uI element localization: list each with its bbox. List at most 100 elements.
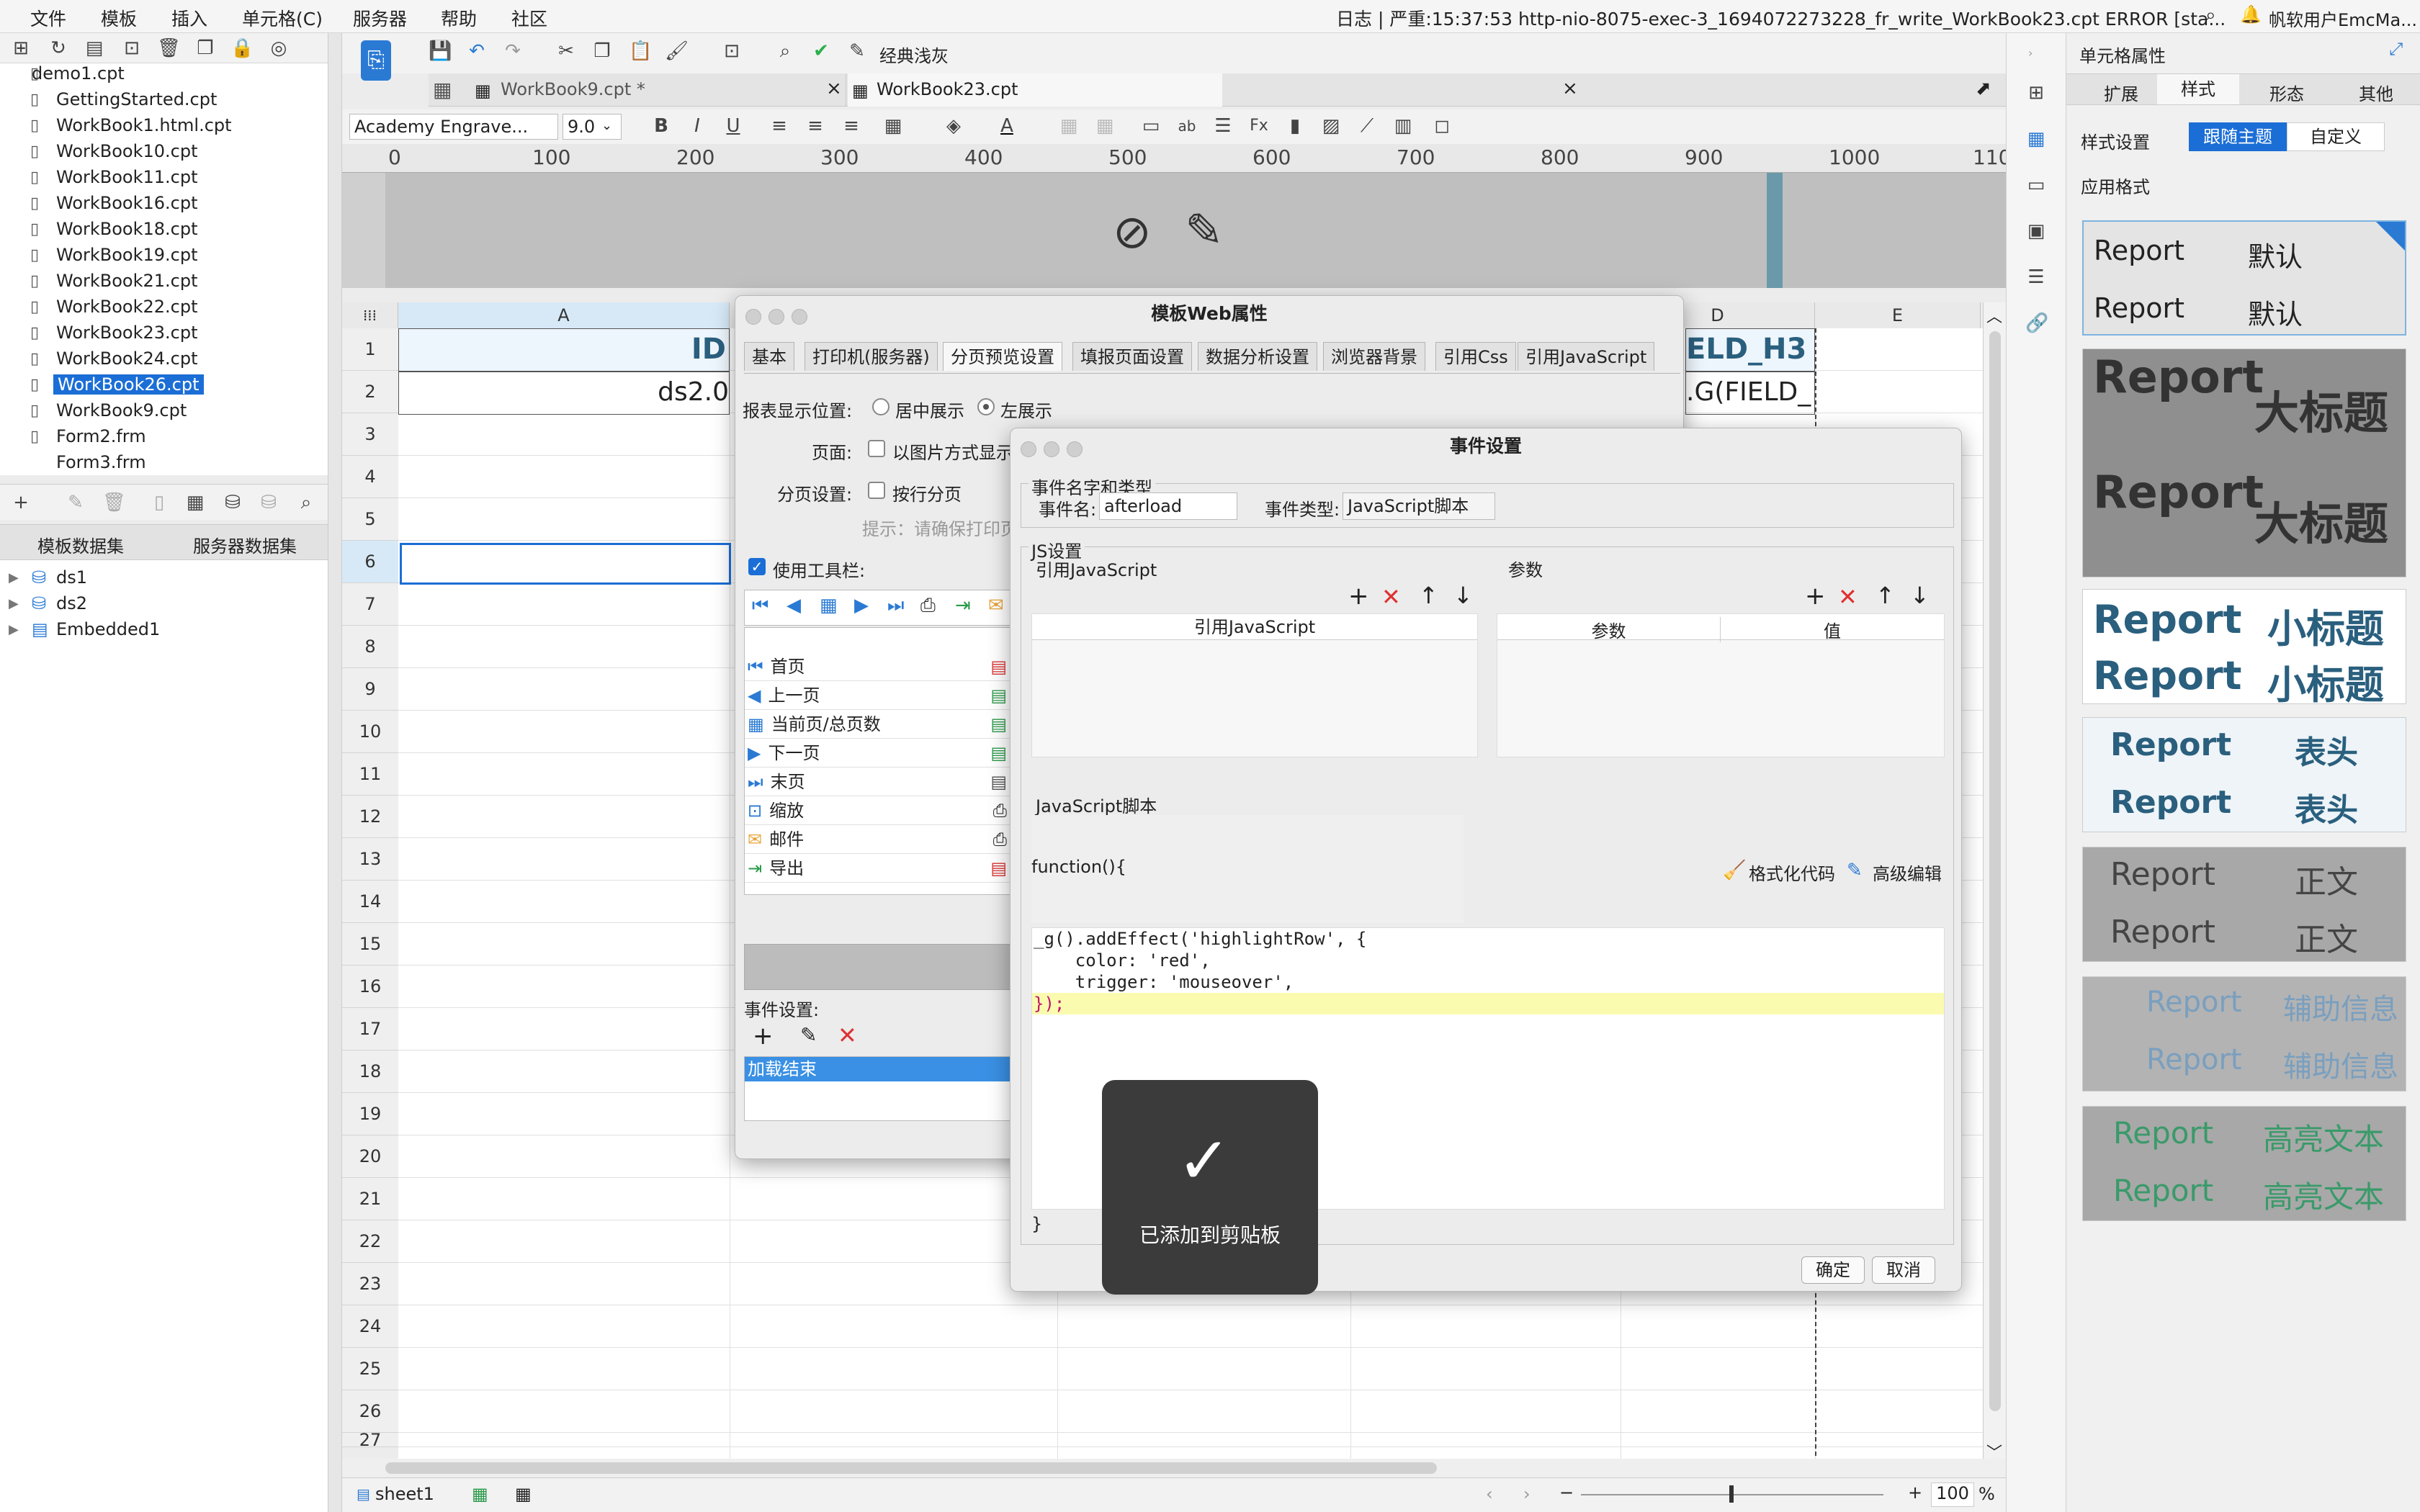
row-header[interactable]: 1 [342,328,398,371]
minimize-dot-icon[interactable] [768,309,784,325]
list-item[interactable]: ⏭ 末页 ▤ [745,768,1011,796]
file-item[interactable]: WorkBook23.cpt [56,323,198,343]
zoom-in-icon[interactable]: + [1908,1482,1922,1503]
log-status[interactable]: 日志 | 严重:15:37:53 http-nio-8075-exec-3_16… [1336,5,2226,31]
locate-icon[interactable]: ◎ [268,37,290,59]
theme-card-aux[interactable]: Report 辅助信息 Report 辅助信息 [2082,976,2406,1092]
menu-insert[interactable]: 插入 [171,5,207,31]
template-icon[interactable]: ⎘ [361,40,391,81]
vertical-scrollbar[interactable]: ︿ ﹀ [1983,302,2006,1477]
expand-icon[interactable]: ▶ [9,596,19,611]
theme-card-default[interactable]: Report 默认 Report 默认 [2082,220,2406,336]
cut-icon[interactable]: ✂ [555,40,577,62]
row-header[interactable]: 14 [342,881,398,923]
file-item[interactable]: WorkBook18.cpt [56,219,198,239]
export-icon[interactable]: ⇥ [955,595,971,616]
font-color-icon[interactable]: A [996,115,1018,137]
theme-card-title[interactable]: Report 大标题 Report 大标题 [2082,348,2406,577]
lock-icon[interactable]: 🔒 [230,37,254,59]
first-page-icon[interactable]: ⏮ [752,595,768,617]
eye-hidden-icon[interactable]: ⊘ [1113,206,1152,259]
align-center-icon[interactable]: ≡ [805,115,826,137]
delete-icon[interactable]: ✕ [838,1022,857,1049]
next-page-icon[interactable]: ▶ [854,595,869,616]
cell-a2[interactable]: ds2.0 [398,372,730,415]
condition-icon[interactable]: ☰ [2025,266,2047,288]
advanced-edit-icon[interactable]: ✎ [1847,860,1863,881]
cell-a1[interactable]: ID [398,328,730,372]
check-icon[interactable]: ✔ [810,40,832,62]
arrow-up-icon[interactable]: ↑ [1419,582,1438,609]
close-icon[interactable]: × [1562,78,1578,99]
arrow-down-icon[interactable]: ↓ [1453,582,1473,609]
pencil-icon[interactable]: ✎ [1185,204,1224,258]
search-icon[interactable]: ⌕ [295,492,317,513]
bold-icon[interactable]: B [650,115,672,137]
select-all-icon[interactable]: ⁞⁞⁞ [342,302,398,328]
use-toolbar-checkbox[interactable]: ✓ [748,558,766,575]
theme-label[interactable]: 经典浅灰 [879,42,949,67]
tab-css[interactable]: 引用Css [1435,342,1516,371]
add-icon[interactable]: + [753,1022,774,1050]
zoom-input[interactable]: 100 [1931,1482,1974,1507]
tab-paging-preview[interactable]: 分页预览设置 [943,342,1062,371]
row-header[interactable]: 3 [342,413,398,456]
richtext-icon[interactable]: ☰ [1212,115,1234,137]
row-header[interactable]: 6 [342,541,398,583]
minimize-dot-icon[interactable] [1044,441,1059,457]
theme-card-body[interactable]: Report 正文 Report 正文 [2082,847,2406,962]
database-alt-icon[interactable]: ⛁ [258,492,279,513]
chevron-down-icon[interactable]: ⌄ [601,118,612,133]
file-item[interactable]: GettingStarted.cpt [56,89,217,109]
paste-icon[interactable]: 📋 [629,40,652,62]
file-item-selected[interactable]: WorkBook26.cpt [53,374,204,395]
theme-card-header[interactable]: Report 表头 Report 表头 [2082,717,2406,832]
expand-icon[interactable]: ▶ [9,622,19,637]
align-right-icon[interactable]: ≡ [841,115,862,137]
menu-template[interactable]: 模板 [101,5,137,31]
row-header[interactable]: 22 [342,1220,398,1263]
tab-data-analysis[interactable]: 数据分析设置 [1198,342,1317,371]
sheet-tab[interactable]: sheet1 [375,1484,434,1504]
add-form-icon[interactable]: ▦ [515,1484,532,1504]
column-header-a[interactable]: A [398,302,730,328]
list-item[interactable]: ▶ 下一页 ▤ [745,739,1011,768]
tab-form[interactable]: 形态 [2269,80,2304,105]
chevron-right-icon[interactable]: › [2028,46,2033,60]
file-item[interactable]: WorkBook19.cpt [56,245,198,265]
font-family-select[interactable]: Academy Engrave... [349,114,558,140]
redo-icon[interactable]: ↷ [502,40,524,62]
refresh-icon[interactable]: ↻ [48,37,69,59]
subreport-icon[interactable]: ▥ [1392,115,1414,137]
dataset-item[interactable]: ds1 [56,567,87,588]
copy-icon[interactable]: ❐ [591,40,613,62]
move-buttons-area[interactable] [744,944,1010,990]
row-header[interactable]: 11 [342,753,398,796]
cell-element-icon[interactable]: ⊞ [2025,82,2047,104]
format-code-button[interactable]: 格式化代码 [1749,860,1835,885]
menu-community[interactable]: 社区 [511,5,547,31]
open-icon[interactable]: ▤ [84,37,105,59]
pin-icon[interactable]: ⬈ [1976,78,1991,99]
list-item[interactable]: ⊡ 缩放 ⎙ [745,796,1011,825]
follow-theme-button[interactable]: 跟随主题 [2189,122,2287,151]
format-brush-icon[interactable]: 🖌 [665,40,689,62]
cell-d2[interactable]: .G(FIELD_ [1685,372,1815,415]
file-item[interactable]: Form3.frm [56,452,146,472]
theme-icon[interactable]: ✎ [846,40,868,62]
menu-cell[interactable]: 单元格(C) [242,5,323,31]
tab-other[interactable]: 其他 [2359,80,2393,105]
horizontal-scrollbar[interactable] [342,1459,2006,1477]
splitter[interactable] [328,33,342,1512]
event-item-selected[interactable]: 加载结束 [745,1057,1010,1081]
row-header[interactable]: 8 [342,626,398,668]
pin-icon[interactable]: ⤢ [2389,39,2403,59]
file-item[interactable]: WorkBook1.html.cpt [56,115,232,135]
selected-cell[interactable] [400,543,731,585]
row-header[interactable]: 27 [342,1431,398,1449]
last-page-icon[interactable]: ⏭ [887,595,904,617]
print-icon[interactable]: ⎙ [920,595,936,617]
new-file-icon[interactable]: ⊞ [10,37,32,59]
italic-icon[interactable]: I [686,115,708,137]
add-icon[interactable]: + [1805,582,1826,611]
